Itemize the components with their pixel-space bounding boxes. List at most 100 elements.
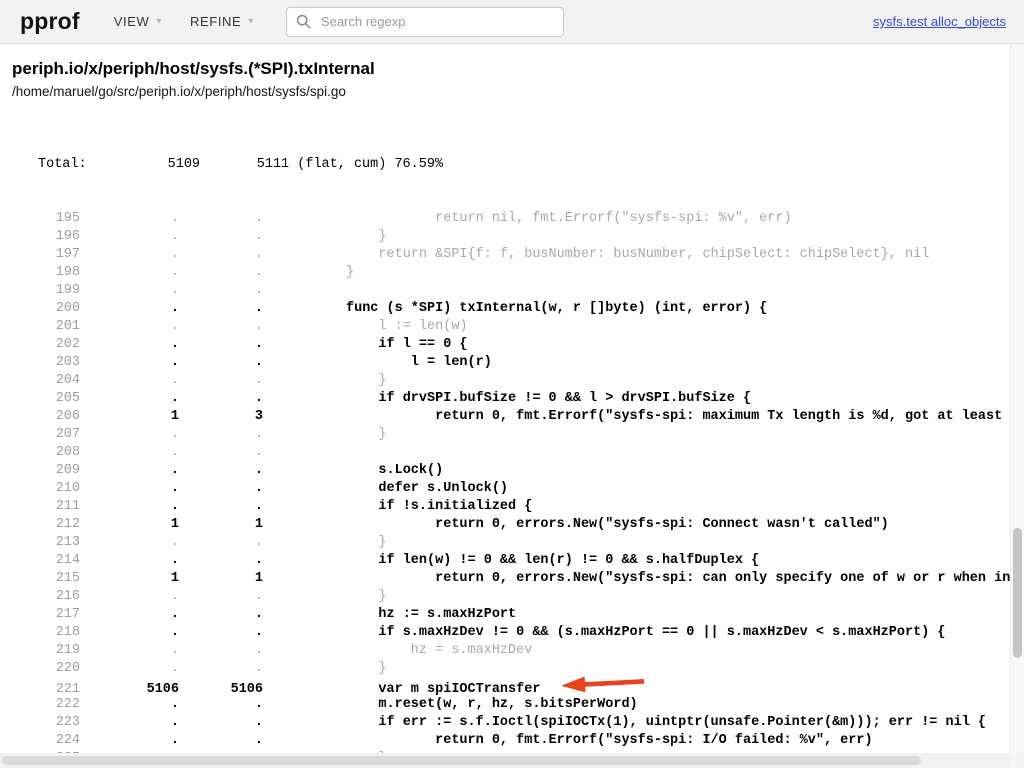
function-title: periph.io/x/periph/host/sysfs.(*SPI).txI… [12,59,1024,79]
code-text: return nil, fmt.Errorf("sysfs-spi: %v", … [346,210,792,228]
line-number: 214 [12,552,80,570]
line-number: 212 [12,516,80,534]
flat-value: . [80,732,179,750]
source-line-203[interactable]: 203.. l = len(r) [12,354,1024,372]
source-line-214[interactable]: 214.. if len(w) != 0 && len(r) != 0 && s… [12,552,1024,570]
search-input[interactable] [319,13,554,30]
code-text: return &SPI{f: f, busNumber: busNumber, … [346,246,929,264]
flat-value: . [80,318,179,336]
line-number: 220 [12,660,80,678]
cum-value: . [179,498,263,516]
code-text: } [346,228,387,246]
cum-value: . [179,462,263,480]
refine-menu[interactable]: REFINE ▾ [190,14,254,29]
line-number: 210 [12,480,80,498]
source-line-210[interactable]: 210.. defer s.Unlock() [12,480,1024,498]
line-number: 205 [12,390,80,408]
flat-value: . [80,642,179,660]
flat-value: . [80,426,179,444]
code-text: defer s.Unlock() [346,480,508,498]
cum-value: . [179,300,263,318]
flat-value: . [80,480,179,498]
code-text: s.Lock() [346,462,443,480]
source-line-209[interactable]: 209.. s.Lock() [12,462,1024,480]
code-text: l := len(w) [346,318,468,336]
flat-value: . [80,282,179,300]
cum-value: . [179,210,263,228]
source-line-224[interactable]: 224.. return 0, fmt.Errorf("sysfs-spi: I… [12,732,1024,750]
source-line-215[interactable]: 21511 return 0, errors.New("sysfs-spi: c… [12,570,1024,588]
line-number: 198 [12,264,80,282]
code-text: } [346,534,387,552]
source-line-222[interactable]: 222.. m.reset(w, r, hz, s.bitsPerWord) [12,696,1024,714]
cum-value: . [179,714,263,732]
source-line-197: 197.. return &SPI{f: f, busNumber: busNu… [12,246,1024,264]
horizontal-scrollbar-thumb[interactable] [2,756,921,765]
line-number: 213 [12,534,80,552]
line-number: 200 [12,300,80,318]
cum-value: . [179,354,263,372]
vertical-scrollbar[interactable] [1010,44,1024,753]
line-number: 218 [12,624,80,642]
source-view: periph.io/x/periph/host/sysfs.(*SPI).txI… [0,44,1024,768]
source-line-216: 216.. } [12,588,1024,606]
source-line-202[interactable]: 202.. if l == 0 { [12,336,1024,354]
source-line-218[interactable]: 218.. if s.maxHzDev != 0 && (s.maxHzPort… [12,624,1024,642]
flat-value: . [80,624,179,642]
line-number: 211 [12,498,80,516]
flat-value: . [80,588,179,606]
line-number: 206 [12,408,80,426]
source-line-195: 195.. return nil, fmt.Errorf("sysfs-spi:… [12,210,1024,228]
horizontal-scrollbar[interactable] [0,753,1010,768]
line-number: 223 [12,714,80,732]
flat-value: . [80,498,179,516]
flat-value: . [80,336,179,354]
source-line-206[interactable]: 20613 return 0, fmt.Errorf("sysfs-spi: m… [12,408,1024,426]
source-line-207: 207.. } [12,426,1024,444]
source-line-223[interactable]: 223.. if err := s.f.Ioctl(spiIOCTx(1), u… [12,714,1024,732]
line-number: 208 [12,444,80,462]
cum-value: . [179,588,263,606]
chevron-down-icon: ▾ [156,16,162,27]
chevron-down-icon: ▾ [248,16,254,27]
code-text: hz := s.maxHzPort [346,606,516,624]
cum-value: . [179,444,263,462]
cum-value: . [179,534,263,552]
line-number: 197 [12,246,80,264]
line-number: 209 [12,462,80,480]
cum-value: . [179,480,263,498]
cum-value: 1 [179,516,263,534]
flat-value: . [80,390,179,408]
view-menu-label: VIEW [114,14,150,29]
line-number: 203 [12,354,80,372]
line-number: 207 [12,426,80,444]
source-line-217[interactable]: 217.. hz := s.maxHzPort [12,606,1024,624]
source-line-204: 204.. } [12,372,1024,390]
source-line-205[interactable]: 205.. if drvSPI.bufSize != 0 && l > drvS… [12,390,1024,408]
vertical-scrollbar-thumb[interactable] [1013,528,1022,658]
cum-value: . [179,390,263,408]
cum-value: . [179,228,263,246]
line-number: 215 [12,570,80,588]
flat-value: . [80,372,179,390]
profile-link[interactable]: sysfs.test alloc_objects [873,14,1006,29]
code-text: m.reset(w, r, hz, s.bitsPerWord) [346,696,638,714]
cum-value: . [179,552,263,570]
source-line-212[interactable]: 21211 return 0, errors.New("sysfs-spi: C… [12,516,1024,534]
source-line-221[interactable]: 22151065106 var m spiIOCTransfer [12,678,1024,696]
cum-value: . [179,372,263,390]
code-text: return 0, errors.New("sysfs-spi: Connect… [346,516,889,534]
view-menu[interactable]: VIEW ▾ [114,14,162,29]
cum-value: . [179,318,263,336]
flat-value: . [80,444,179,462]
search-box[interactable] [286,7,564,37]
code-text: return 0, fmt.Errorf("sysfs-spi: maximum… [346,408,1018,426]
code-text: if !s.initialized { [346,498,532,516]
source-line-200[interactable]: 200..func (s *SPI) txInternal(w, r []byt… [12,300,1024,318]
flat-value: 1 [80,516,179,534]
source-line-211[interactable]: 211.. if !s.initialized { [12,498,1024,516]
code-text: if s.maxHzDev != 0 && (s.maxHzPort == 0 … [346,624,946,642]
cum-value: 3 [179,408,263,426]
source-line-198: 198..} [12,264,1024,282]
line-number: 222 [12,696,80,714]
